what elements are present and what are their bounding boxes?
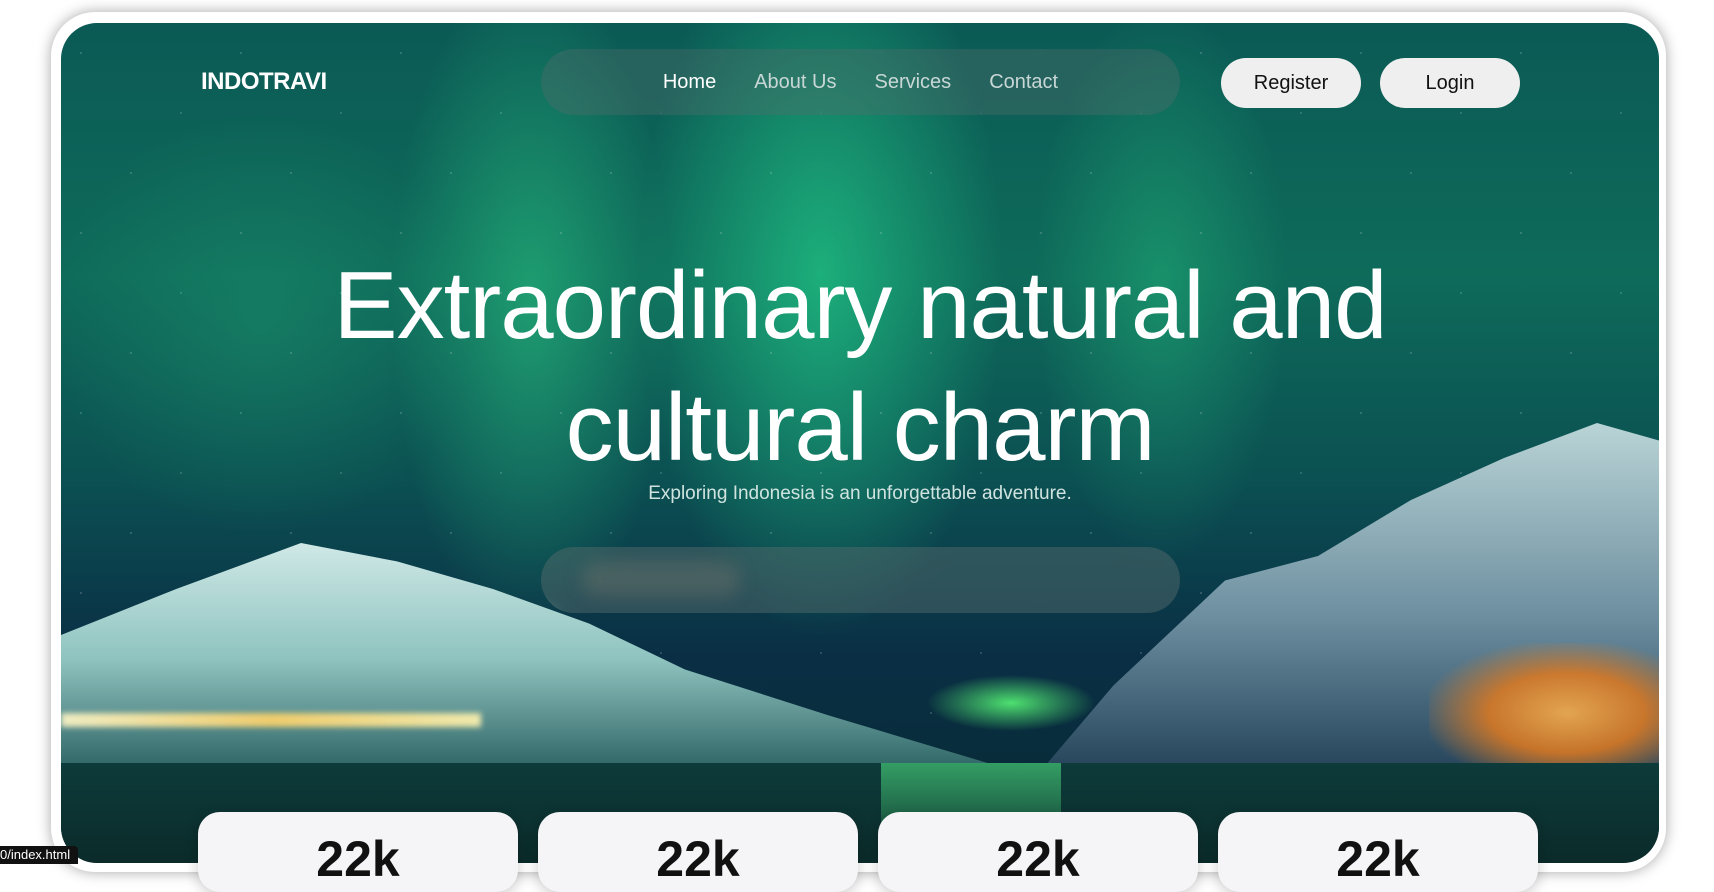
nav-services[interactable]: Services — [874, 71, 951, 94]
stat-card: 22k — [1218, 812, 1538, 892]
stat-value: 22k — [1336, 831, 1420, 887]
stat-value: 22k — [656, 831, 740, 887]
nav-home[interactable]: Home — [663, 71, 716, 94]
stat-card: 22k — [538, 812, 858, 892]
village-lights — [1429, 643, 1659, 783]
logo[interactable]: INDOTRAVI — [201, 68, 327, 96]
status-url: 0/index.html — [0, 846, 79, 864]
headline-line-2: cultural charm — [565, 374, 1156, 481]
search-bar[interactable] — [541, 547, 1180, 613]
stat-card: 22k — [878, 812, 1198, 892]
hero-headline: Extraordinary natural and cultural charm — [61, 245, 1659, 489]
nav-about-us[interactable]: About Us — [754, 71, 836, 94]
shore-lights — [61, 713, 481, 727]
stat-value: 22k — [316, 831, 400, 887]
stat-card: 22k — [198, 812, 518, 892]
register-button[interactable]: Register — [1221, 58, 1361, 108]
stat-value: 22k — [996, 831, 1080, 887]
headline-line-1: Extraordinary natural and — [333, 252, 1388, 359]
hero-subtitle: Exploring Indonesia is an unforgettable … — [648, 483, 1072, 504]
main-nav: Home About Us Services Contact — [541, 49, 1180, 115]
login-button[interactable]: Login — [1380, 58, 1520, 108]
nav-contact[interactable]: Contact — [989, 71, 1058, 94]
